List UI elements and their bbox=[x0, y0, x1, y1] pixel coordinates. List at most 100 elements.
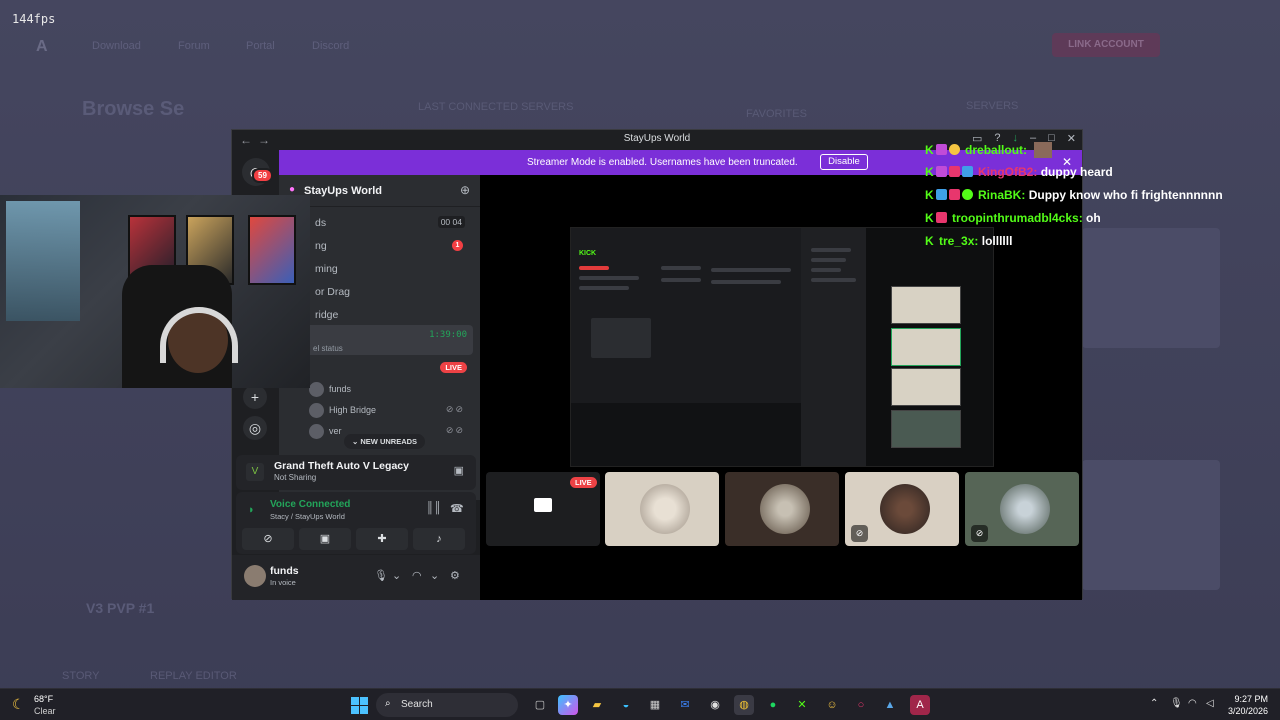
clock-date[interactable]: 3/20/2026 bbox=[1228, 706, 1268, 716]
headphones-icon[interactable]: ◠ bbox=[412, 569, 422, 582]
share-screen-icon[interactable]: ▣ bbox=[454, 464, 464, 477]
microphone-icon[interactable]: 🎙 bbox=[374, 569, 388, 582]
stream-discord-panel bbox=[801, 228, 866, 466]
channel-item[interactable]: ds 00 04 bbox=[287, 213, 473, 233]
add-server-icon[interactable]: + bbox=[243, 385, 267, 409]
start-button[interactable] bbox=[351, 697, 368, 714]
new-unreads-pill[interactable]: ⌄ NEW UNREADS bbox=[344, 434, 426, 449]
opera-icon[interactable]: ○ bbox=[851, 695, 871, 715]
volume-icon[interactable]: ◁ bbox=[1206, 698, 1214, 709]
participant-tiles: LIVE ⊘ ⊘ bbox=[486, 472, 1082, 548]
participant-tile[interactable]: ⊘ bbox=[845, 472, 959, 546]
participant-tile[interactable]: ⊘ bbox=[965, 472, 1079, 546]
xbox-icon[interactable]: ✕ bbox=[792, 695, 812, 715]
streaming-user-row[interactable]: LIVE bbox=[287, 358, 473, 378]
screen-share-stream[interactable]: KICK bbox=[570, 227, 994, 467]
chat-message: K KingOfB2: duppy heard bbox=[925, 165, 1113, 179]
game-activity-panel: V Grand Theft Auto V Legacy Not Sharing … bbox=[236, 455, 476, 490]
voice-connection-panel: ◗ Voice Connected Stacy / StayUps World … bbox=[236, 492, 476, 554]
avatar bbox=[309, 382, 324, 397]
spotify-icon[interactable]: ● bbox=[763, 695, 783, 715]
user-name: funds bbox=[270, 565, 299, 577]
file-explorer-icon[interactable]: ▰ bbox=[587, 695, 607, 715]
active-voice-channel[interactable]: 1:39:00 el status bbox=[287, 325, 473, 355]
store-icon[interactable]: ▦ bbox=[645, 695, 665, 715]
channel-item[interactable]: ming bbox=[287, 259, 473, 279]
wall-poster bbox=[248, 215, 296, 285]
chat-username: KingOfB2 bbox=[978, 165, 1034, 179]
avatar bbox=[640, 484, 690, 534]
task-view-icon[interactable]: ▢ bbox=[530, 695, 550, 715]
set-status-label[interactable]: el status bbox=[313, 344, 343, 353]
mention-badge: 59 bbox=[252, 168, 273, 183]
channel-item[interactable]: ridge bbox=[287, 305, 473, 325]
nav-discord[interactable]: Discord bbox=[312, 40, 349, 52]
chat-message: K dreballout: bbox=[925, 142, 1053, 162]
chevron-up-icon[interactable]: ⌃ bbox=[1150, 698, 1158, 709]
chat-username: tre_3x bbox=[939, 234, 975, 248]
badge-icon bbox=[948, 166, 960, 177]
activities-button[interactable]: ✚ bbox=[356, 528, 408, 550]
chevron-down-icon[interactable]: ⌄ bbox=[392, 569, 401, 582]
user-count: 00 04 bbox=[437, 216, 465, 228]
camera-off-icon: ⊘ bbox=[971, 525, 988, 542]
search-icon: ⌕ bbox=[385, 698, 391, 709]
nav-download[interactable]: Download bbox=[92, 40, 141, 52]
wifi-icon[interactable]: ◠ bbox=[1188, 698, 1197, 709]
nav-portal[interactable]: Portal bbox=[246, 40, 275, 52]
voice-channel-path[interactable]: Stacy / StayUps World bbox=[270, 512, 345, 521]
launcher-icon[interactable]: A bbox=[910, 695, 930, 715]
microphone-icon[interactable]: 🎙 bbox=[1170, 698, 1183, 709]
game-title: Grand Theft Auto V Legacy bbox=[274, 460, 409, 472]
kick-icon: K bbox=[925, 211, 934, 225]
channel-label: ng bbox=[315, 240, 327, 252]
disable-streamer-button[interactable]: Disable bbox=[820, 154, 868, 170]
link-account-button[interactable]: LINK ACCOUNT bbox=[1052, 33, 1160, 57]
participant-tile[interactable]: LIVE bbox=[486, 472, 600, 546]
badge-icon bbox=[961, 166, 973, 177]
outlook-icon[interactable]: ✉ bbox=[675, 695, 695, 715]
nav-forum[interactable]: Forum bbox=[178, 40, 210, 52]
chat-message: K troopinthrumadbl4cks: oh bbox=[925, 211, 1101, 225]
signal-icon[interactable]: ◗ bbox=[248, 504, 255, 516]
copilot-icon[interactable]: ✦ bbox=[558, 695, 578, 715]
clock-time[interactable]: 9:27 PM bbox=[1234, 694, 1268, 704]
weather-temp[interactable]: 68°F bbox=[34, 694, 53, 704]
noise-suppression-icon[interactable]: ║║ bbox=[426, 502, 442, 514]
participant-tile[interactable] bbox=[725, 472, 839, 546]
edge-icon[interactable]: ◒ bbox=[616, 695, 636, 715]
voice-user-name: funds bbox=[329, 384, 352, 394]
channel-item[interactable]: or Drag bbox=[287, 282, 473, 302]
participant-tile[interactable] bbox=[605, 472, 719, 546]
chevron-down-icon[interactable]: ⌄ bbox=[430, 569, 439, 582]
soundboard-button[interactable]: ♪ bbox=[413, 528, 465, 550]
chrome-icon[interactable]: ◍ bbox=[734, 695, 754, 715]
avatar[interactable] bbox=[244, 565, 266, 587]
unread-badge: 1 bbox=[452, 240, 463, 251]
user-status: In voice bbox=[270, 578, 296, 587]
emoji-app-icon[interactable]: ☺ bbox=[822, 695, 842, 715]
weather-desc[interactable]: Clear bbox=[34, 706, 56, 716]
stream-tile bbox=[891, 286, 961, 324]
obs-icon[interactable]: ◉ bbox=[705, 695, 725, 715]
story-button[interactable]: STORY bbox=[62, 670, 100, 682]
chat-username: RinaBK bbox=[978, 188, 1022, 202]
disconnect-icon[interactable]: ☎ bbox=[450, 502, 464, 515]
voice-user[interactable]: High Bridge ⊘⊘ bbox=[309, 401, 469, 421]
replay-editor-button[interactable]: REPLAY EDITOR bbox=[150, 670, 237, 682]
gear-icon[interactable]: ⚙ bbox=[450, 569, 460, 582]
avatar bbox=[309, 424, 324, 439]
channel-label: or Drag bbox=[315, 286, 351, 298]
explore-servers-icon[interactable]: ◎ bbox=[243, 416, 267, 440]
invite-people-icon[interactable]: ⊕ bbox=[460, 183, 470, 197]
taskbar-search[interactable]: ⌕ Search bbox=[376, 693, 518, 717]
camera-off-button[interactable]: ⊘ bbox=[242, 528, 294, 550]
avatar bbox=[760, 484, 810, 534]
channel-item[interactable]: ng 1 bbox=[287, 236, 473, 256]
photos-icon[interactable]: ▲ bbox=[880, 695, 900, 715]
moon-icon[interactable]: ☾ bbox=[12, 696, 25, 713]
voice-timer: 1:39:00 bbox=[429, 330, 467, 340]
voice-user[interactable]: funds bbox=[309, 380, 469, 400]
stream-kick-panel: KICK bbox=[571, 228, 801, 403]
screen-share-button[interactable]: ▣ bbox=[299, 528, 351, 550]
